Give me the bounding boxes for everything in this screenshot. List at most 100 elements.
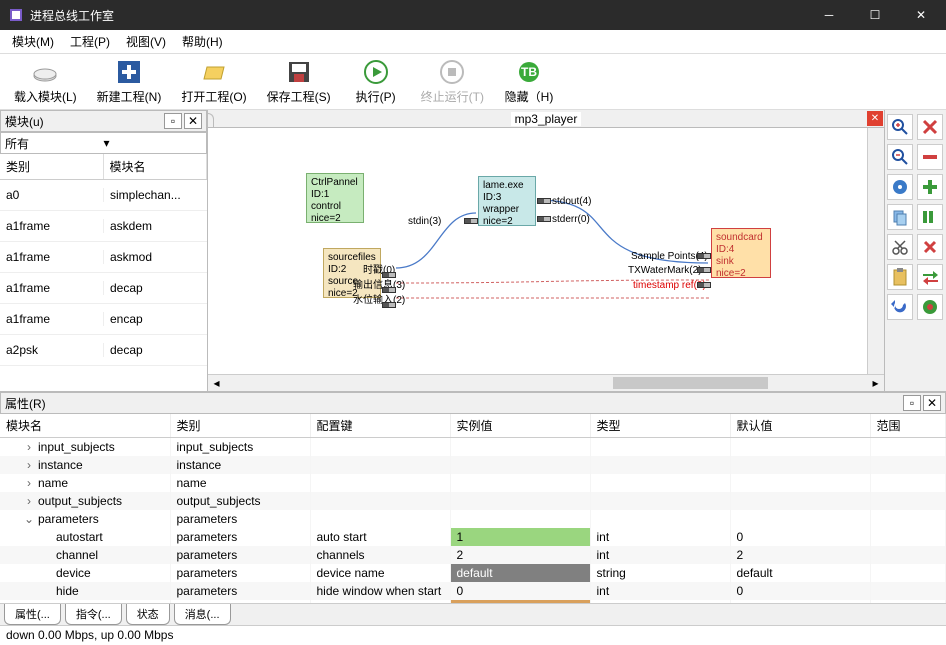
port-tick[interactable] <box>537 216 551 222</box>
tab-close-button[interactable]: ✕ <box>867 111 883 126</box>
remove-button[interactable] <box>917 144 943 170</box>
col-cat[interactable]: 类别 <box>170 414 310 438</box>
canvas[interactable]: CtrlPannel ID:1 control nice=2 lame.exe … <box>208 128 884 374</box>
col-name[interactable]: 模块名 <box>104 154 208 179</box>
new-project-button[interactable]: 新建工程(N) <box>87 56 172 107</box>
tab-messages[interactable]: 消息(... <box>174 604 231 625</box>
bottom-tabs: 属性(... 指令(... 状态 消息(... <box>0 603 946 625</box>
properties-title: 属性(R) <box>5 395 901 412</box>
port-tick[interactable] <box>697 282 711 288</box>
menubar: 模块(M) 工程(P) 视图(V) 帮助(H) <box>0 30 946 54</box>
col-val[interactable]: 实例值 <box>450 414 590 438</box>
svg-text:TB: TB <box>521 65 537 79</box>
tab-commands[interactable]: 指令(... <box>65 604 122 625</box>
panel-close-button[interactable]: ✕ <box>923 395 941 411</box>
close-button[interactable]: ✕ <box>898 0 944 30</box>
table-row[interactable]: ›instanceinstance <box>0 456 946 474</box>
drive-icon <box>31 58 59 86</box>
panel-float-button[interactable]: ▫ <box>164 113 182 129</box>
port-tick[interactable] <box>697 253 711 259</box>
paste-button[interactable] <box>887 264 913 290</box>
canvas-hscroll[interactable]: ◂ ▸ <box>208 374 884 391</box>
col-def[interactable]: 默认值 <box>730 414 870 438</box>
copy-button[interactable] <box>887 204 913 230</box>
table-row[interactable]: ›namename <box>0 474 946 492</box>
node-lame[interactable]: lame.exe ID:3 wrapper nice=2 <box>478 176 536 226</box>
port-tick[interactable] <box>464 218 478 224</box>
module-filter[interactable]: 所有 ▾ <box>0 132 207 154</box>
port-tick[interactable] <box>382 302 396 308</box>
plus-icon <box>115 58 143 86</box>
col-type[interactable]: 类型 <box>590 414 730 438</box>
table-row[interactable]: ›input_subjectsinput_subjects <box>0 438 946 457</box>
properties-table: 模块名 类别 配置键 实例值 类型 默认值 范围 ›input_subjects… <box>0 414 946 603</box>
list-item[interactable]: a1frameaskdem <box>0 211 207 242</box>
scroll-thumb[interactable] <box>613 377 768 389</box>
scroll-left-icon[interactable]: ◂ <box>208 375 225 391</box>
col-key[interactable]: 配置键 <box>310 414 450 438</box>
canvas-vscroll[interactable] <box>867 128 884 374</box>
port-stdin: stdin(3) <box>408 216 441 227</box>
port-txwater: TXWaterMark(2) <box>628 265 702 276</box>
tab-properties[interactable]: 属性(... <box>4 604 61 625</box>
add-button[interactable] <box>917 174 943 200</box>
align-button[interactable] <box>917 204 943 230</box>
col-range[interactable]: 范围 <box>870 414 946 438</box>
hide-button[interactable]: TB 隐藏（H) <box>494 56 564 107</box>
menu-module[interactable]: 模块(M) <box>4 30 62 53</box>
window-title: 进程总线工作室 <box>30 7 806 24</box>
save-project-button[interactable]: 保存工程(S) <box>257 56 341 107</box>
port-stderr: stderr(0) <box>552 214 590 225</box>
module-list: a0simplechan...a1frameaskdema1frameaskmo… <box>0 180 207 391</box>
table-row[interactable]: sample_rateparameterssample rate (Hz)441… <box>0 600 946 603</box>
scroll-right-icon[interactable]: ▸ <box>867 375 884 391</box>
save-icon <box>285 58 313 86</box>
node-ctrlpanel[interactable]: CtrlPannel ID:1 control nice=2 <box>306 173 364 223</box>
load-module-button[interactable]: 载入模块(L) <box>4 56 87 107</box>
menu-view[interactable]: 视图(V) <box>118 30 174 53</box>
table-row[interactable]: hideparametershide window when start0int… <box>0 582 946 600</box>
minimize-button[interactable]: ─ <box>806 0 852 30</box>
disc-button[interactable] <box>887 174 913 200</box>
app-icon <box>8 7 24 23</box>
properties-panel: 属性(R) ▫ ✕ 模块名 类别 配置键 实例值 类型 默认值 范围 ›inpu… <box>0 391 946 625</box>
play-icon <box>362 58 390 86</box>
port-tsref: timestamp ref(0) <box>633 280 706 291</box>
table-row[interactable]: ›output_subjectsoutput_subjects <box>0 492 946 510</box>
table-row[interactable]: channelparameterschannels2int2 <box>0 546 946 564</box>
tab-status[interactable]: 状态 <box>126 604 170 625</box>
execute-button[interactable]: 执行(P) <box>341 56 411 107</box>
table-row[interactable]: deviceparametersdevice namedefaultstring… <box>0 564 946 582</box>
open-icon <box>200 58 228 86</box>
panel-close-button[interactable]: ✕ <box>184 113 202 129</box>
module-panel: 模块(u) ▫ ✕ 所有 ▾ 类别 模块名 a0simplechan...a1f… <box>0 110 208 391</box>
stop-button[interactable]: 终止运行(T) <box>411 56 494 107</box>
port-tick[interactable] <box>697 267 711 273</box>
transfer-button[interactable] <box>917 264 943 290</box>
menu-help[interactable]: 帮助(H) <box>174 30 231 53</box>
col-category[interactable]: 类别 <box>0 154 104 179</box>
list-item[interactable]: a0simplechan... <box>0 180 207 211</box>
zoom-out-button[interactable] <box>887 144 913 170</box>
undo-button[interactable] <box>887 294 913 320</box>
open-project-button[interactable]: 打开工程(O) <box>171 56 256 107</box>
menu-project[interactable]: 工程(P) <box>62 30 118 53</box>
zoom-in-button[interactable] <box>887 114 913 140</box>
list-item[interactable]: a1framedecap <box>0 273 207 304</box>
table-row[interactable]: autostartparametersauto start1int0 <box>0 528 946 546</box>
panel-float-button[interactable]: ▫ <box>903 395 921 411</box>
cancel-button[interactable] <box>917 234 943 260</box>
canvas-tab-title[interactable]: mp3_player <box>511 112 582 126</box>
col-name[interactable]: 模块名 <box>0 414 170 438</box>
maximize-button[interactable]: ☐ <box>852 0 898 30</box>
cut-button[interactable] <box>887 234 913 260</box>
delete-button[interactable] <box>917 114 943 140</box>
port-tick[interactable] <box>537 198 551 204</box>
table-row[interactable]: ⌄parametersparameters <box>0 510 946 528</box>
list-item[interactable]: a1frameaskmod <box>0 242 207 273</box>
list-item[interactable]: a1frameencap <box>0 304 207 335</box>
stop-icon <box>438 58 466 86</box>
node-soundcard[interactable]: soundcard ID:4 sink nice=2 <box>711 228 771 278</box>
settings-button[interactable] <box>917 294 943 320</box>
list-item[interactable]: a2pskdecap <box>0 335 207 366</box>
